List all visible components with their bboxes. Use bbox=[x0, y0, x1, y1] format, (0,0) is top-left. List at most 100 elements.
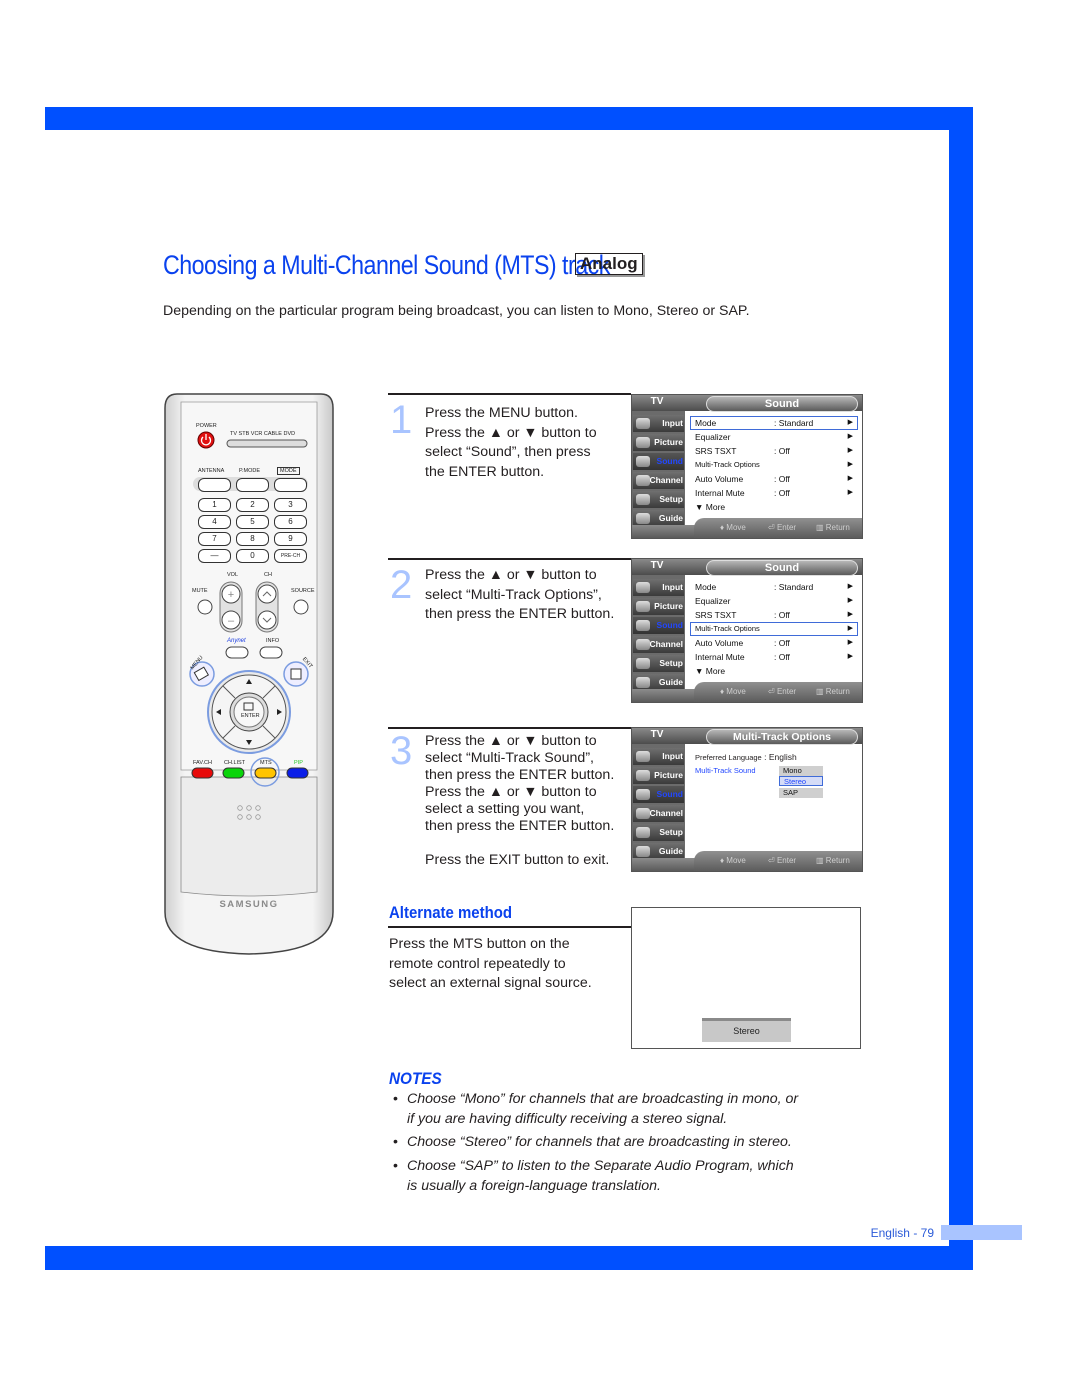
osd-row-internal-mute[interactable]: Internal Mute: Off ▶ bbox=[690, 650, 858, 664]
osd-row-equalizer[interactable]: Equalizer ▶ bbox=[690, 430, 858, 444]
digit-button[interactable]: 1 bbox=[198, 498, 231, 512]
osd-row-auto-volume[interactable]: Auto Volume: Off ▶ bbox=[690, 472, 858, 486]
channel-rocker[interactable] bbox=[258, 584, 276, 630]
step-3-text: Press the ▲ or ▼ button to select “Multi… bbox=[425, 733, 614, 869]
anynet-label: Anynet bbox=[227, 638, 246, 644]
osd-sidebar-input[interactable]: Input bbox=[633, 579, 684, 596]
source-button[interactable] bbox=[294, 600, 308, 614]
return-icon: ▥ bbox=[816, 856, 826, 865]
mts-option-stereo[interactable]: Stereo bbox=[779, 776, 823, 786]
volume-rocker[interactable] bbox=[222, 584, 240, 630]
osd-sidebar-setup[interactable]: Setup bbox=[633, 655, 684, 672]
antenna-button[interactable] bbox=[198, 478, 231, 492]
preferred-language-row[interactable]: Preferred Language : English bbox=[695, 752, 797, 762]
note-item: • Choose “SAP” to listen to the Separate … bbox=[393, 1157, 794, 1196]
fav-ch-button[interactable] bbox=[192, 768, 213, 778]
dash-button[interactable]: — bbox=[198, 549, 231, 563]
osd-title: Multi-Track Options bbox=[706, 729, 858, 745]
mts-option-sap[interactable]: SAP bbox=[779, 788, 823, 798]
osd-row-mode[interactable]: Mode: Standard ▶ bbox=[690, 416, 858, 430]
osd-title: Sound bbox=[706, 560, 858, 576]
digit-button[interactable]: 7 bbox=[198, 532, 231, 546]
osd-row-srs-tsxt[interactable]: SRS TSXT: Off ▶ bbox=[690, 444, 858, 458]
step-line: select “Multi-Track Options”, bbox=[425, 586, 602, 603]
multi-track-sound-label[interactable]: Multi-Track Sound bbox=[695, 766, 756, 775]
osd-sidebar-picture[interactable]: Picture bbox=[633, 434, 684, 451]
osd-sidebar-input[interactable]: Input bbox=[633, 415, 684, 432]
row-label: SRS TSXT bbox=[695, 610, 737, 620]
enter-icon: ⏎ bbox=[768, 856, 777, 865]
osd-sidebar-sound[interactable]: Sound bbox=[633, 786, 684, 803]
row-label: Equalizer bbox=[695, 596, 731, 606]
exit-button[interactable] bbox=[284, 662, 308, 686]
anynet-button[interactable] bbox=[226, 647, 248, 658]
digit-button[interactable]: 6 bbox=[274, 515, 307, 529]
osd-sidebar-label: Channel bbox=[649, 475, 683, 485]
pre-ch-button[interactable]: PRE-CH bbox=[274, 549, 307, 563]
osd-sidebar-picture[interactable]: Picture bbox=[633, 767, 684, 784]
osd-sidebar-sound[interactable]: Sound bbox=[633, 617, 684, 634]
mts-button[interactable] bbox=[255, 768, 276, 778]
row-label: ▼ More bbox=[695, 666, 726, 676]
sound-icon bbox=[636, 789, 650, 800]
osd-sidebar-channel[interactable]: Channel bbox=[633, 472, 684, 489]
info-button[interactable] bbox=[260, 647, 282, 658]
mode-button[interactable] bbox=[274, 478, 307, 492]
pmode-button[interactable] bbox=[236, 478, 269, 492]
osd-hint-label: Return bbox=[825, 687, 850, 696]
osd-menu-rows: Mode: Standard ▶ Equalizer ▶ SRS TSXT: Off… bbox=[690, 416, 858, 514]
down-button[interactable] bbox=[230, 737, 268, 749]
bullet-icon: • bbox=[393, 1091, 398, 1107]
digit-button[interactable]: 4 bbox=[198, 515, 231, 529]
digit-button[interactable]: 3 bbox=[274, 498, 307, 512]
osd-sidebar-picture[interactable]: Picture bbox=[633, 598, 684, 615]
mts-option-mono[interactable]: Mono bbox=[779, 766, 823, 776]
digit-button[interactable]: 5 bbox=[236, 515, 269, 529]
osd-row-mode[interactable]: Mode: Standard ▶ bbox=[690, 580, 858, 594]
enter-button[interactable] bbox=[234, 697, 264, 727]
osd-hint-label: Enter bbox=[776, 856, 797, 865]
digit-button[interactable]: 0 bbox=[236, 549, 269, 563]
osd-row-auto-volume[interactable]: Auto Volume: Off ▶ bbox=[690, 636, 858, 650]
page-number: English - 79 bbox=[870, 1226, 934, 1240]
ch-list-button[interactable] bbox=[223, 768, 244, 778]
osd-row-equalizer[interactable]: Equalizer ▶ bbox=[690, 594, 858, 608]
osd-hint-return: ▥ Return bbox=[816, 687, 850, 696]
pip-button[interactable] bbox=[287, 768, 308, 778]
osd-sidebar-sound[interactable]: Sound bbox=[633, 453, 684, 470]
left-button[interactable] bbox=[212, 693, 224, 731]
osd-row-multi-track[interactable]: Multi-Track Options ▶ bbox=[690, 458, 858, 472]
row-value: : Off bbox=[774, 638, 790, 648]
osd-sidebar-channel[interactable]: Channel bbox=[633, 805, 684, 822]
channel-icon bbox=[636, 808, 650, 819]
osd-sidebar-input[interactable]: Input bbox=[633, 748, 684, 765]
osd-row-internal-mute[interactable]: Internal Mute: Off ▶ bbox=[690, 486, 858, 500]
osd-hint-return: ▥ Return bbox=[816, 523, 850, 532]
digit-button[interactable]: 8 bbox=[236, 532, 269, 546]
osd-hint-label: Enter bbox=[776, 523, 797, 532]
menu-button[interactable] bbox=[190, 662, 214, 686]
right-button[interactable] bbox=[274, 693, 286, 731]
mute-button[interactable] bbox=[198, 600, 212, 614]
channel-icon bbox=[636, 475, 650, 486]
osd-sidebar-setup[interactable]: Setup bbox=[633, 491, 684, 508]
osd-sidebar-channel[interactable]: Channel bbox=[633, 636, 684, 653]
osd-sidebar-label: Picture bbox=[654, 437, 683, 447]
osd-hint-enter: ⏎ Enter bbox=[768, 856, 796, 865]
arrow-right-icon: ▶ bbox=[847, 419, 853, 426]
osd-sidebar: Input Picture Sound Channel Setup Guide bbox=[632, 411, 685, 527]
up-button[interactable] bbox=[230, 675, 268, 687]
digit-button[interactable]: 9 bbox=[274, 532, 307, 546]
osd-row-multi-track[interactable]: Multi-Track Options ▶ bbox=[690, 622, 858, 636]
osd-sidebar-setup[interactable]: Setup bbox=[633, 824, 684, 841]
row-label: Internal Mute bbox=[695, 488, 745, 498]
osd-row-srs-tsxt[interactable]: SRS TSXT: Off ▶ bbox=[690, 608, 858, 622]
osd-title: Sound bbox=[706, 396, 858, 412]
power-button[interactable] bbox=[198, 432, 215, 449]
osd-row-more[interactable]: ▼ More bbox=[690, 664, 858, 678]
frame-top-bar bbox=[45, 107, 973, 130]
digit-button[interactable]: 2 bbox=[236, 498, 269, 512]
step-line: then press the ENTER button. bbox=[425, 767, 615, 783]
row-value: : Off bbox=[774, 488, 790, 498]
osd-row-more[interactable]: ▼ More bbox=[690, 500, 858, 514]
